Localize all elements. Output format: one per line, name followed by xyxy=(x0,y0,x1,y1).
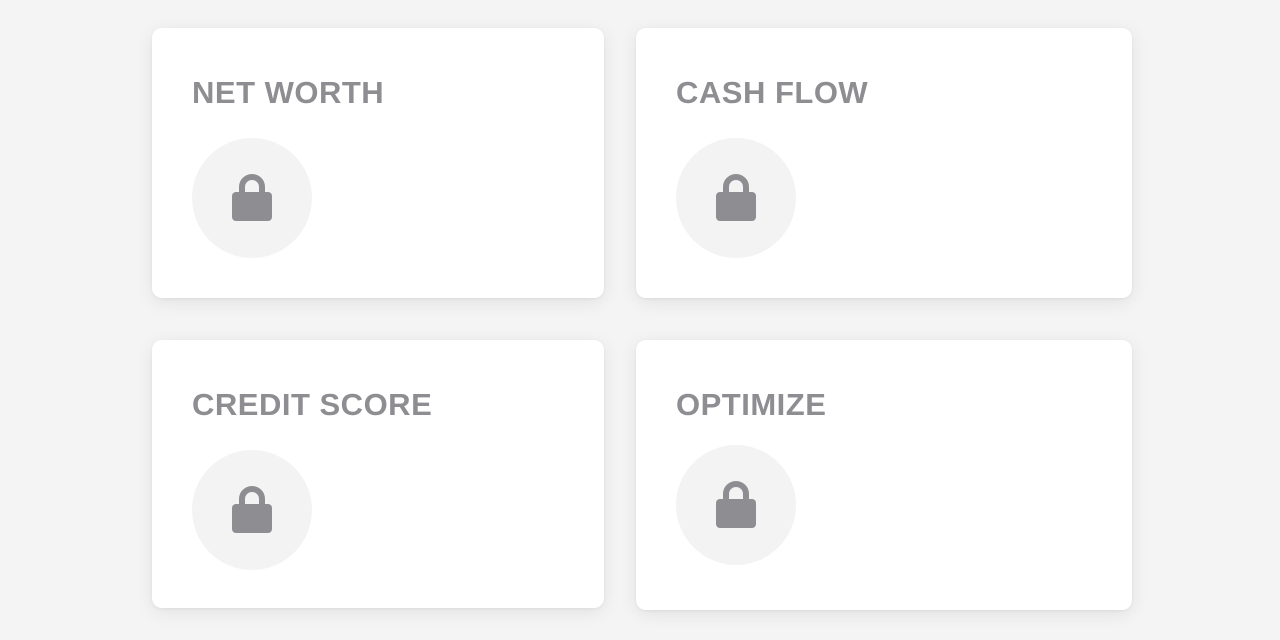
card-title: CREDIT SCORE xyxy=(192,387,433,422)
lock-badge xyxy=(676,445,796,565)
card-optimize[interactable]: OPTIMIZE xyxy=(636,340,1132,610)
dashboard-grid: NET WORTH CASH FLOW CREDIT SCORE OPTIMIZ… xyxy=(0,0,1280,640)
lock-badge xyxy=(676,138,796,258)
card-title: OPTIMIZE xyxy=(676,387,827,422)
lock-icon xyxy=(716,174,756,221)
card-title: CASH FLOW xyxy=(676,75,869,110)
lock-icon xyxy=(232,486,272,533)
lock-icon xyxy=(716,481,756,528)
card-net-worth[interactable]: NET WORTH xyxy=(152,28,604,298)
lock-badge xyxy=(192,138,312,258)
lock-badge xyxy=(192,450,312,570)
lock-icon xyxy=(232,174,272,221)
card-cash-flow[interactable]: CASH FLOW xyxy=(636,28,1132,298)
card-credit-score[interactable]: CREDIT SCORE xyxy=(152,340,604,608)
card-title: NET WORTH xyxy=(192,75,385,110)
